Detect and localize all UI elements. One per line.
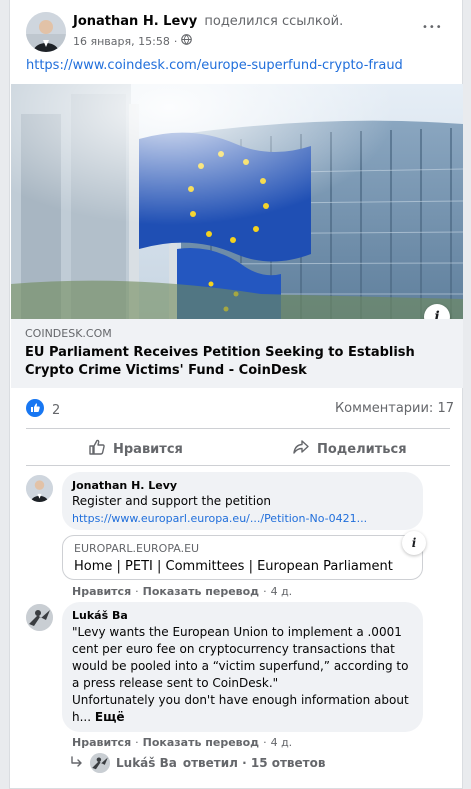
comment-actions: Нравится · Показать перевод · 4 д. [72,585,293,598]
comment-text: Register and support the petition [72,494,272,508]
post-header-line: Jonathan H. Levy поделился ссылкой. [73,14,343,29]
like-reaction-icon [26,399,44,421]
post-options-button[interactable]: ••• [422,22,443,33]
comments-count[interactable]: Комментарии: 17 [335,401,454,416]
post-date[interactable]: 16 января, 15:58 [73,35,170,48]
reply-arrow-icon [70,754,84,773]
share-button[interactable]: Поделиться [292,438,407,460]
commenter-avatar[interactable] [26,475,53,502]
comment-text-line: "Levy wants the European Union to implem… [72,625,402,639]
comment-actions: Нравится · Показать перевод · 4 д. [72,736,293,749]
share-arrow-icon [292,438,310,460]
comment-author[interactable]: Jonathan H. Levy [72,479,177,492]
comment-preview-domain: EUROPARL.EUROPA.EU [74,542,200,555]
author-name[interactable]: Jonathan H. Levy [73,14,197,29]
comment-preview-info-button[interactable]: i [402,531,426,555]
comment-text: "Levy wants the European Union to implem… [72,624,409,726]
comment-text-line: a press release sent to CoinDesk." [72,676,279,690]
comment-link[interactable]: https://www.europarl.europa.eu/.../Petit… [72,512,367,525]
link-preview-image[interactable] [11,84,463,319]
post-meta: 16 января, 15:58 · [73,34,193,48]
comment-text-line: Unfortunately you don't have enough info… [72,693,409,707]
divider [26,428,450,429]
link-title[interactable]: EU Parliament Receives Petition Seeking … [25,344,425,380]
like-button[interactable]: Нравится [88,438,183,460]
reaction-count: 2 [52,402,61,418]
comment-text-line: h... [72,710,92,724]
globe-icon [181,34,193,48]
replies-summary[interactable]: Lukáš Ba ответил · 15 ответов [70,753,325,773]
commenter-avatar[interactable] [26,604,53,631]
comment-translate-link[interactable]: Показать перевод [143,736,259,749]
reactions-summary[interactable]: 2 [26,399,60,421]
comment-text-line: would be pooled into a “victim superfund… [72,659,409,673]
thumbs-up-icon [88,438,106,460]
comment-like-link[interactable]: Нравится [72,736,131,749]
meta-separator: · [173,34,178,48]
post-action-text: поделился ссылкой. [204,14,344,29]
comment-text-line: cent per euro fee on cryptocurrency tran… [72,642,395,656]
post-card: Jonathan H. Levy поделился ссылкой. 16 я… [9,0,463,789]
replies-count: ответил · 15 ответов [182,756,326,770]
comment-preview-title: Home | PETI | Committees | European Parl… [74,559,393,574]
author-avatar[interactable] [26,12,66,52]
comment-time[interactable]: 4 д. [271,736,293,749]
link-preview-caption[interactable]: COINDESK.COM EU Parliament Receives Peti… [11,319,463,388]
divider [26,465,450,466]
comment-bubble: Lukáš Ba "Levy wants the European Union … [62,602,423,732]
like-label: Нравится [113,441,183,457]
comment-author[interactable]: Lukáš Ba [72,609,128,622]
comment-link-preview[interactable]: EUROPARL.EUROPA.EU Home | PETI | Committ… [62,535,423,580]
comment-time[interactable]: 4 д. [271,585,293,598]
reply-avatar [90,753,110,773]
shared-url-link[interactable]: https://www.coindesk.com/europe-superfun… [26,58,403,73]
comment-like-link[interactable]: Нравится [72,585,131,598]
link-domain: COINDESK.COM [25,327,112,340]
comment-translate-link[interactable]: Показать перевод [143,585,259,598]
comment-bubble: Jonathan H. Levy Register and support th… [62,472,423,530]
replies-author: Lukáš Ba [116,756,177,770]
see-more-link[interactable]: Ещё [95,710,125,724]
share-label: Поделиться [317,441,407,457]
